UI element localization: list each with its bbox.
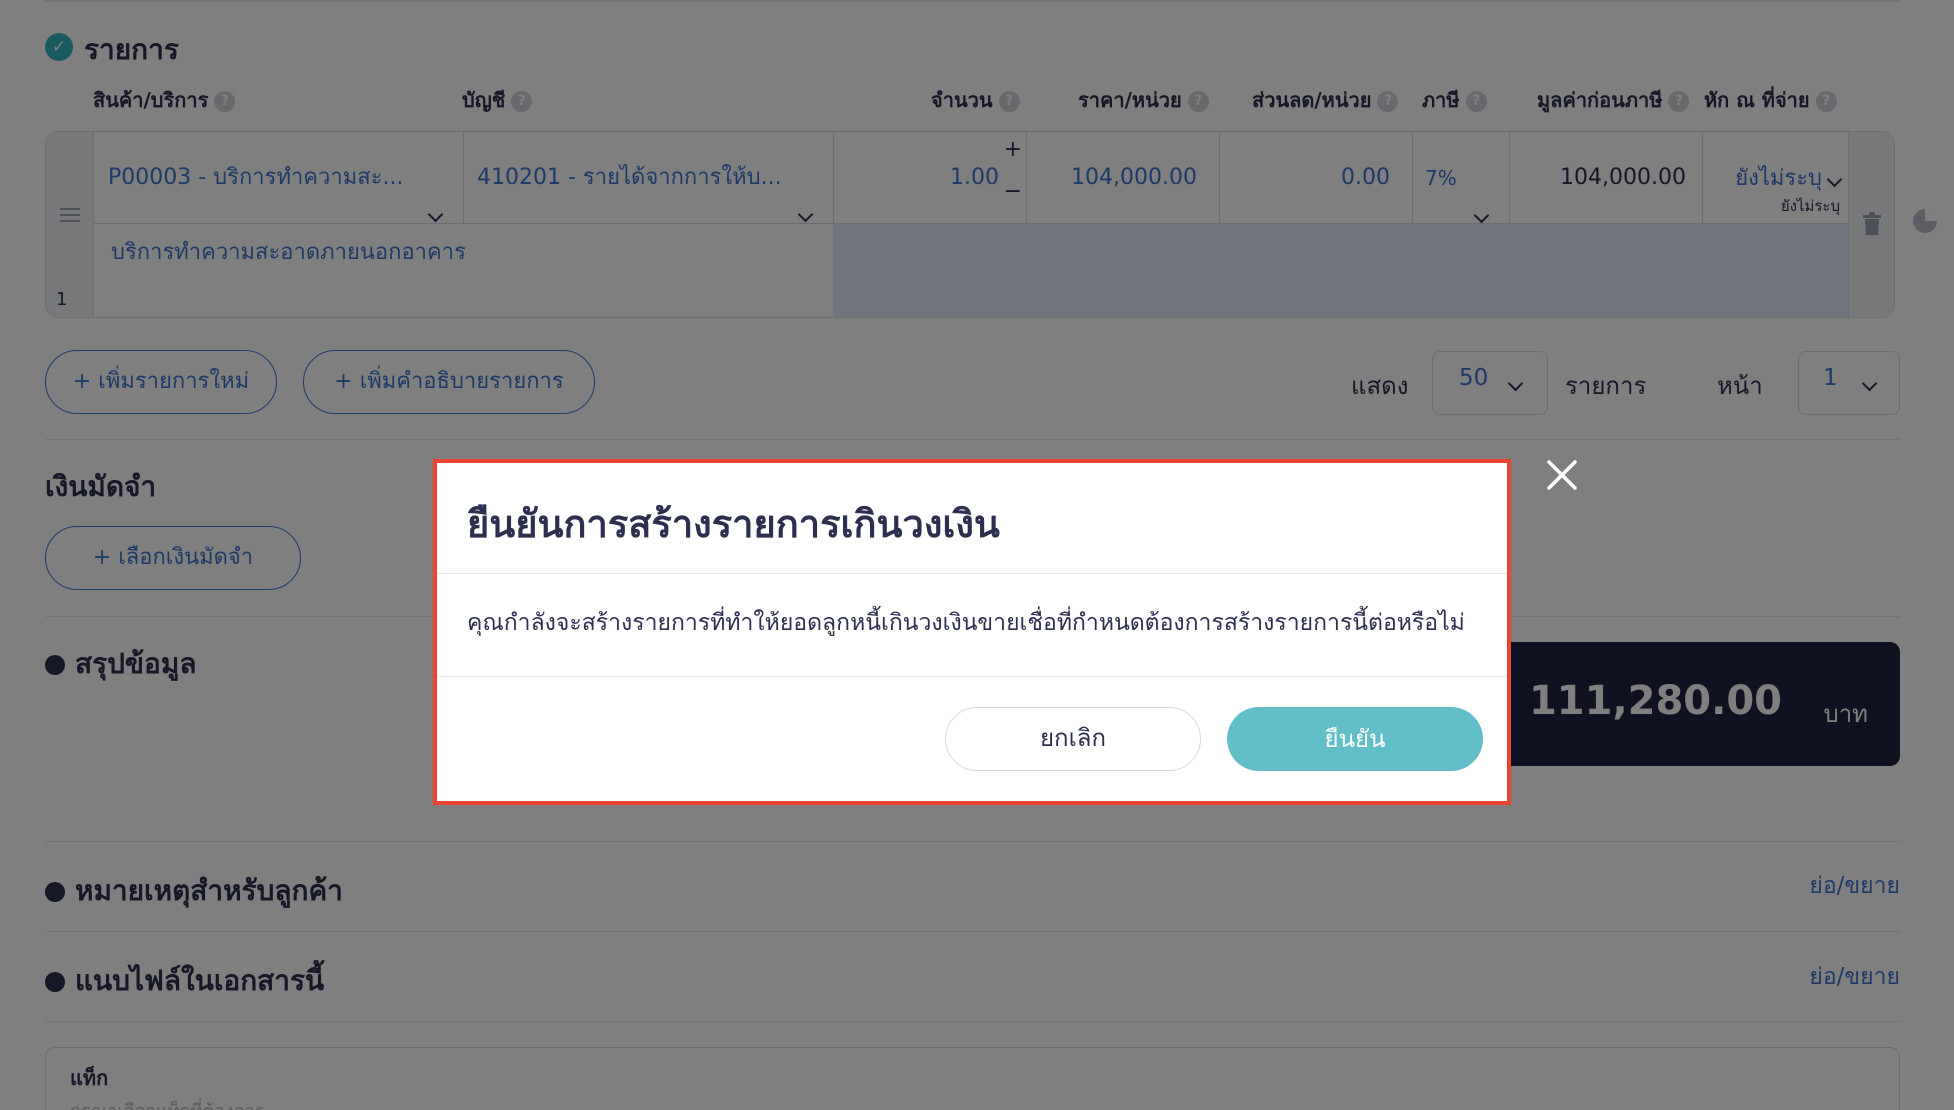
dialog-divider (437, 573, 1507, 574)
dialog-message: คุณกำลังจะสร้างรายการที่ทำให้ยอดลูกหนี้เ… (467, 610, 1465, 636)
confirm-button[interactable]: ยืนยัน (1227, 707, 1483, 771)
document-form-page: ✓ รายการ สินค้า/บริการ? บัญชี? จำนวน? รา… (0, 0, 1954, 1110)
dialog-title: ยืนยันการสร้างรายการเกินวงเงิน (467, 502, 1000, 546)
confirm-over-limit-dialog: ยืนยันการสร้างรายการเกินวงเงิน คุณกำลังจ… (433, 459, 1511, 805)
close-icon[interactable] (1545, 458, 1579, 492)
cancel-button[interactable]: ยกเลิก (945, 707, 1201, 771)
dialog-divider (437, 676, 1507, 677)
